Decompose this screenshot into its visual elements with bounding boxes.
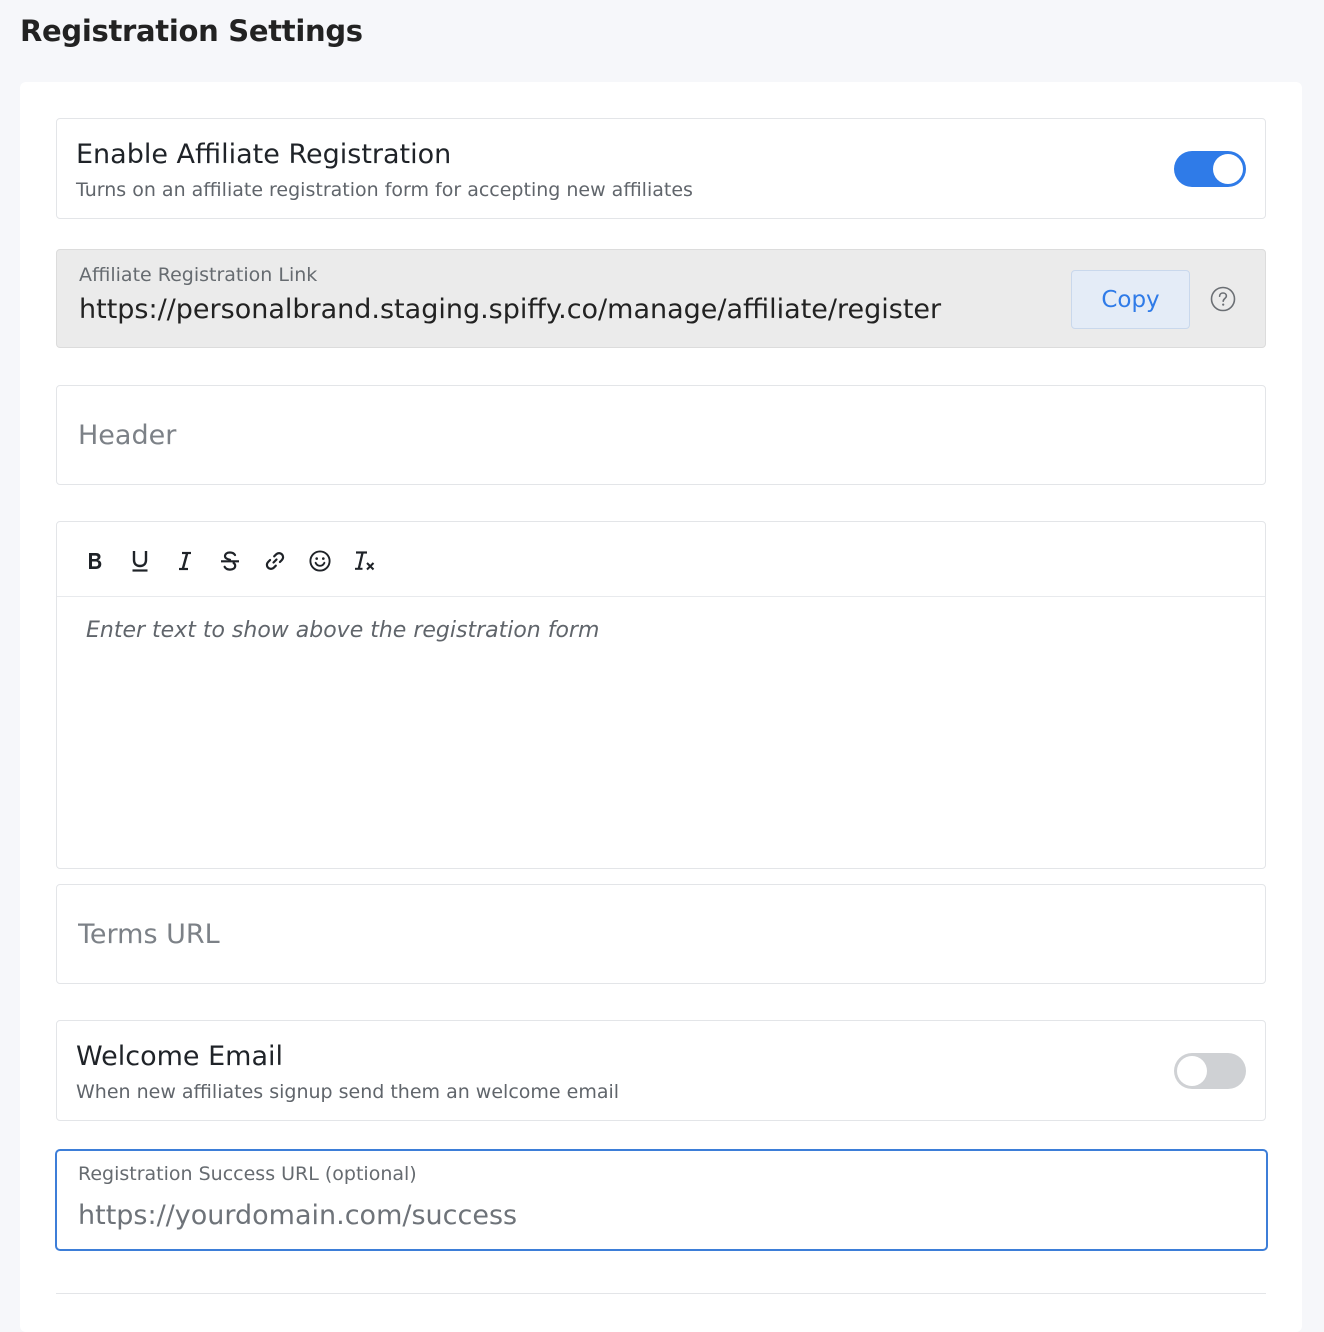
strikethrough-icon <box>221 551 239 571</box>
welcome-email-description: When new affiliates signup send them an … <box>76 1081 620 1103</box>
copy-button[interactable]: Copy <box>1071 270 1190 329</box>
editor-placeholder[interactable]: Enter text to show above the registratio… <box>86 618 599 643</box>
italic-button[interactable] <box>170 546 200 576</box>
welcome-email-row: Welcome Email When new affiliates signup… <box>56 1020 1266 1121</box>
terms-url-input[interactable] <box>57 885 1265 983</box>
editor-toolbar <box>57 522 1265 597</box>
bold-icon <box>89 553 102 569</box>
header-input[interactable] <box>57 386 1265 484</box>
success-url-field: Registration Success URL (optional) <box>55 1149 1268 1251</box>
link-icon <box>265 552 285 570</box>
enable-registration-description: Turns on an affiliate registration form … <box>76 179 693 201</box>
strikethrough-button[interactable] <box>215 546 245 576</box>
success-url-input[interactable] <box>78 1195 1238 1235</box>
question-circle-icon[interactable] <box>1210 286 1236 312</box>
rich-text-editor: Enter text to show above the registratio… <box>56 521 1266 869</box>
terms-url-field <box>56 884 1266 984</box>
toggle-knob <box>1213 154 1243 184</box>
underline-icon <box>132 551 148 572</box>
page-title: Registration Settings <box>20 14 363 48</box>
registration-link-value: https://personalbrand.staging.spiffy.co/… <box>79 294 942 325</box>
header-field <box>56 385 1266 485</box>
clear-format-button[interactable] <box>350 546 380 576</box>
bold-button[interactable] <box>80 546 110 576</box>
toggle-knob <box>1177 1056 1207 1086</box>
settings-card: Enable Affiliate Registration Turns on a… <box>20 82 1302 1332</box>
link-button[interactable] <box>260 546 290 576</box>
enable-registration-title: Enable Affiliate Registration <box>76 139 452 170</box>
registration-link-label: Affiliate Registration Link <box>79 264 318 286</box>
divider <box>56 1293 1266 1294</box>
smiley-icon <box>309 550 331 572</box>
emoji-button[interactable] <box>305 546 335 576</box>
enable-registration-row: Enable Affiliate Registration Turns on a… <box>56 118 1266 219</box>
italic-icon <box>179 551 191 571</box>
registration-link-box: Affiliate Registration Link https://pers… <box>56 249 1266 348</box>
success-url-label: Registration Success URL (optional) <box>78 1163 417 1185</box>
clear-format-icon <box>355 551 375 571</box>
enable-registration-toggle[interactable] <box>1174 151 1246 187</box>
underline-button[interactable] <box>125 546 155 576</box>
welcome-email-title: Welcome Email <box>76 1041 283 1072</box>
welcome-email-toggle[interactable] <box>1174 1053 1246 1089</box>
